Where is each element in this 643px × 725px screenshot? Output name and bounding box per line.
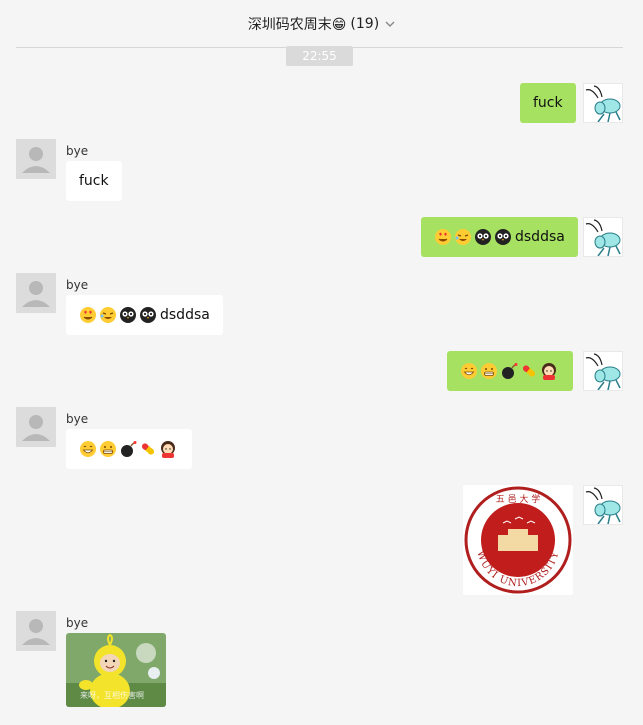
message-bubble-self[interactable]: dsddsa [421, 217, 578, 257]
owl-icon [494, 228, 512, 246]
laughing-tears-icon [99, 306, 117, 324]
default-user-icon [22, 281, 50, 307]
ant-avatar-icon [585, 219, 621, 256]
ant-avatar-icon [585, 487, 621, 524]
girl-icon [159, 440, 177, 458]
message-bubble-self[interactable] [447, 351, 573, 391]
avatar-bye[interactable] [16, 273, 56, 313]
chat-header[interactable]: 深圳码农周末😁 (19) [0, 0, 643, 48]
bomb-icon [119, 440, 137, 458]
message-bubble-self[interactable]: fuck [520, 83, 576, 123]
avatar-self[interactable] [583, 83, 623, 123]
heart-eyes-icon [434, 228, 452, 246]
owl-icon [119, 306, 137, 324]
sender-name: bye [66, 412, 89, 426]
avatar-bye[interactable] [16, 139, 56, 179]
grimace-icon [99, 440, 117, 458]
university-seal-image: 五 邑 大 学 WUYI UNIVERSITY [463, 485, 573, 595]
grin-icon [460, 362, 478, 380]
message-text: fuck [79, 173, 109, 189]
sender-name: bye [66, 278, 89, 292]
chevron-down-icon[interactable] [385, 19, 395, 29]
avatar-bye[interactable] [16, 611, 56, 651]
sticker-message-other[interactable]: 来呀，互相伤害啊 [66, 633, 166, 707]
pill-icon [520, 362, 538, 380]
svg-text:五 邑 大 学: 五 邑 大 学 [496, 493, 541, 505]
owl-icon [474, 228, 492, 246]
girl-icon [540, 362, 558, 380]
sticker-caption: 来呀，互相伤害啊 [80, 691, 144, 700]
image-message-self[interactable]: 五 邑 大 学 WUYI UNIVERSITY [463, 485, 573, 595]
member-count: (19) [350, 16, 380, 32]
timestamp: 22:55 [286, 46, 353, 66]
sender-name: bye [66, 144, 89, 158]
avatar-self[interactable] [583, 485, 623, 525]
avatar-bye[interactable] [16, 407, 56, 447]
owl-icon [139, 306, 157, 324]
ant-avatar-icon [585, 85, 621, 122]
message-bubble-other[interactable]: fuck [66, 161, 122, 201]
default-user-icon [22, 147, 50, 173]
grin-icon [79, 440, 97, 458]
message-text: dsddsa [160, 307, 210, 323]
default-user-icon [22, 415, 50, 441]
message-bubble-other[interactable]: dsddsa [66, 295, 223, 335]
default-user-icon [22, 619, 50, 645]
avatar-self[interactable] [583, 217, 623, 257]
message-bubble-other[interactable] [66, 429, 192, 469]
pill-icon [139, 440, 157, 458]
message-text: dsddsa [515, 229, 565, 245]
group-title: 深圳码农周末😁 [247, 17, 347, 33]
bomb-icon [500, 362, 518, 380]
avatar-self[interactable] [583, 351, 623, 391]
sender-name: bye [66, 616, 89, 630]
ant-avatar-icon [585, 353, 621, 390]
message-text: fuck [533, 95, 563, 111]
heart-eyes-icon [79, 306, 97, 324]
laughing-tears-icon [454, 228, 472, 246]
grimace-icon [480, 362, 498, 380]
